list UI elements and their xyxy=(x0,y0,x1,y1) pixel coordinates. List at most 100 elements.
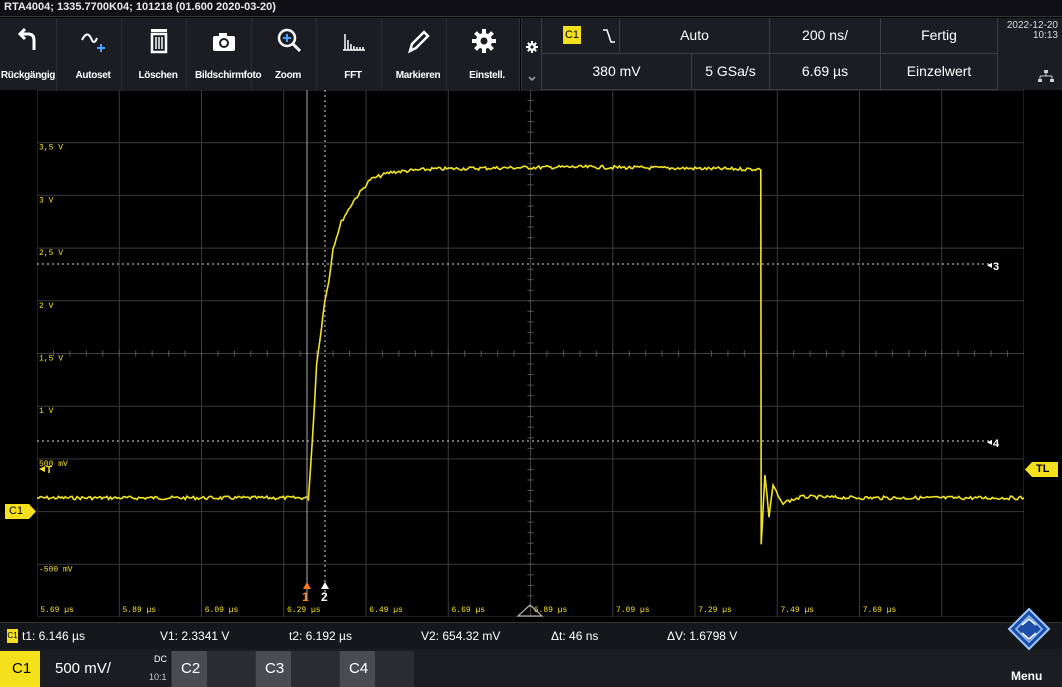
autoset-icon xyxy=(81,33,105,52)
channel-1-tab-label: C1 xyxy=(12,660,32,677)
t2-readout: t2: 6.192 µs xyxy=(289,629,352,643)
trigger-mode-cell[interactable]: Auto xyxy=(619,18,769,54)
x-tick-label: 5.69 µs xyxy=(40,606,74,615)
cursor-4-arrow: ◂ xyxy=(987,437,992,448)
trigger-level-marker[interactable]: TL xyxy=(1024,462,1058,477)
cursor-1-arrow xyxy=(303,582,311,589)
settings-label: Einstell. xyxy=(469,70,505,81)
date-time: 2022-12-20 10:13 xyxy=(1007,21,1058,41)
x-tick-label: 7.69 µs xyxy=(863,606,897,615)
channel-badge: C1 xyxy=(563,26,581,44)
screenshot-button[interactable]: Bildschirmfoto xyxy=(195,18,262,90)
trigger-acquisition-panel: C1 Auto 200 ns/ Fertig 380 mV 5 GSa/s 6.… xyxy=(541,18,997,90)
quick-settings-button[interactable] xyxy=(521,18,541,90)
delta-v-readout: ΔV: 1.6798 V xyxy=(667,629,738,643)
y-tick-label: 2 V xyxy=(39,302,54,311)
measurement-channel-badge: C1 xyxy=(7,629,18,643)
channel-2-label: C2 xyxy=(181,660,201,677)
delete-label: Löschen xyxy=(138,70,178,81)
camera-icon xyxy=(213,33,235,51)
x-tick-label: 6.09 µs xyxy=(205,606,239,615)
chevron-down-icon xyxy=(528,76,536,82)
x-tick-label: 7.09 µs xyxy=(616,606,650,615)
zoom-button[interactable]: Zoom xyxy=(260,18,317,90)
cursor-3-label: 3 xyxy=(993,261,999,273)
run-state-cell[interactable]: Fertig xyxy=(880,18,997,54)
t1-readout: t1: 6.146 µs xyxy=(22,629,85,643)
gear-icon xyxy=(472,29,496,53)
zoom-icon xyxy=(277,28,302,53)
v2-readout: V2: 654.32 mV xyxy=(421,629,501,643)
ground-marker-label: C1 xyxy=(9,505,24,517)
y-tick-label: 1,5 V xyxy=(39,355,63,364)
fft-button[interactable]: FFT xyxy=(325,18,382,90)
fft-icon xyxy=(343,34,365,51)
channel-bar: C1 500 mV/ DC 10:1 C2 C3 C4 Menu xyxy=(0,607,1062,687)
cursor-4-label: 4 xyxy=(993,438,1000,450)
v1-readout: V1: 2.3341 V xyxy=(160,629,230,643)
sample-rate-cell[interactable]: 5 GSa/s xyxy=(691,54,769,90)
autoset-label: Autoset xyxy=(75,70,111,81)
menu-label: Menu xyxy=(1011,669,1043,683)
channel-1-probe: 10:1 xyxy=(149,672,167,682)
channel-3-label: C3 xyxy=(265,660,285,677)
mark-label: Markieren xyxy=(395,70,441,81)
channel-2-tab[interactable]: C2 xyxy=(171,651,255,687)
network-icon xyxy=(1038,70,1054,82)
delete-button[interactable]: Löschen xyxy=(130,18,187,90)
y-tick-label: 2,5 V xyxy=(39,249,63,258)
small-gear-icon xyxy=(526,41,538,53)
channel-4-tab[interactable]: C4 xyxy=(339,651,414,687)
screenshot-label: Bildschirmfoto xyxy=(195,70,262,81)
trigger-source-cell[interactable]: C1 xyxy=(541,18,619,54)
trigger-level-cell[interactable]: 380 mV xyxy=(541,54,691,90)
tick-labels: 3,5 V3 V2,5 V2 V1,5 V1 V500 mV-500 mV-1 … xyxy=(39,144,897,615)
waveform-display[interactable]: 3,5 V3 V2,5 V2 V1,5 V1 V500 mV-500 mV-1 … xyxy=(37,90,1024,617)
title-bar: RTA4004; 1335.7700K04; 101218 (01.600 20… xyxy=(0,0,1062,17)
cursor-2-label: 2 xyxy=(321,590,328,604)
x-tick-label: 7.49 µs xyxy=(781,606,815,615)
datetime-panel: 2022-12-20 10:13 xyxy=(997,18,1062,90)
trash-icon xyxy=(150,29,168,54)
y-tick-label: 3 V xyxy=(39,196,54,205)
ground-marker[interactable]: C1 xyxy=(5,504,37,519)
channel-4-label: C4 xyxy=(349,660,369,677)
cursor-1-label: 1 xyxy=(302,590,309,604)
cursor-2-arrow xyxy=(321,582,329,589)
undo-label: Rückgängig xyxy=(0,70,56,81)
acquisition-mode-cell[interactable]: Einzelwert xyxy=(880,54,997,90)
undo-button[interactable]: Rückgängig xyxy=(0,18,57,90)
instrument-info: RTA4004; 1335.7700K04; 101218 (01.600 20… xyxy=(4,1,276,13)
autoset-button[interactable]: Autoset xyxy=(65,18,122,90)
channel-1-settings[interactable]: 500 mV/ DC 10:1 xyxy=(40,651,171,687)
settings-button[interactable]: Einstell. xyxy=(455,18,520,90)
measurement-bar: C1 t1: 6.146 µs V1: 2.3341 V t2: 6.192 µ… xyxy=(0,622,1062,649)
time: 10:13 xyxy=(1032,30,1058,41)
pen-icon xyxy=(408,30,430,54)
y-tick-label: -500 mV xyxy=(39,565,73,574)
channel-1-tab[interactable]: C1 xyxy=(0,651,40,687)
zoom-label: Zoom xyxy=(274,70,302,81)
channel-1-scale: 500 mV/ xyxy=(55,660,111,677)
channel-3-tab[interactable]: C3 xyxy=(255,651,339,687)
falling-edge-icon xyxy=(603,29,615,43)
horizontal-position-cell[interactable]: 6.69 µs xyxy=(769,54,880,90)
mark-button[interactable]: Markieren xyxy=(390,18,447,90)
undo-icon xyxy=(17,27,36,50)
toolbar: Rückgängig Autoset Löschen Bildschirmfot… xyxy=(0,18,520,90)
x-tick-label: 5.89 µs xyxy=(123,606,157,615)
timebase-cell[interactable]: 200 ns/ xyxy=(769,18,880,54)
delta-t-readout: Δt: 46 ns xyxy=(551,629,599,643)
x-tick-label: 6.49 µs xyxy=(369,606,403,615)
menu-button[interactable]: Menu xyxy=(1002,607,1058,687)
y-tick-label: 1 V xyxy=(39,407,54,416)
trigger-marker-label: T xyxy=(46,465,52,476)
x-tick-label: 6.29 µs xyxy=(287,606,321,615)
channel-1-coupling: DC xyxy=(154,654,167,664)
rohde-schwarz-logo xyxy=(1007,607,1051,651)
y-tick-label: 3,5 V xyxy=(39,144,63,153)
x-tick-label: 7.29 µs xyxy=(698,606,732,615)
cursor-3-arrow: ◂ xyxy=(987,260,992,271)
trigger-level-marker-label: TL xyxy=(1036,463,1050,475)
fft-label: FFT xyxy=(344,70,362,81)
